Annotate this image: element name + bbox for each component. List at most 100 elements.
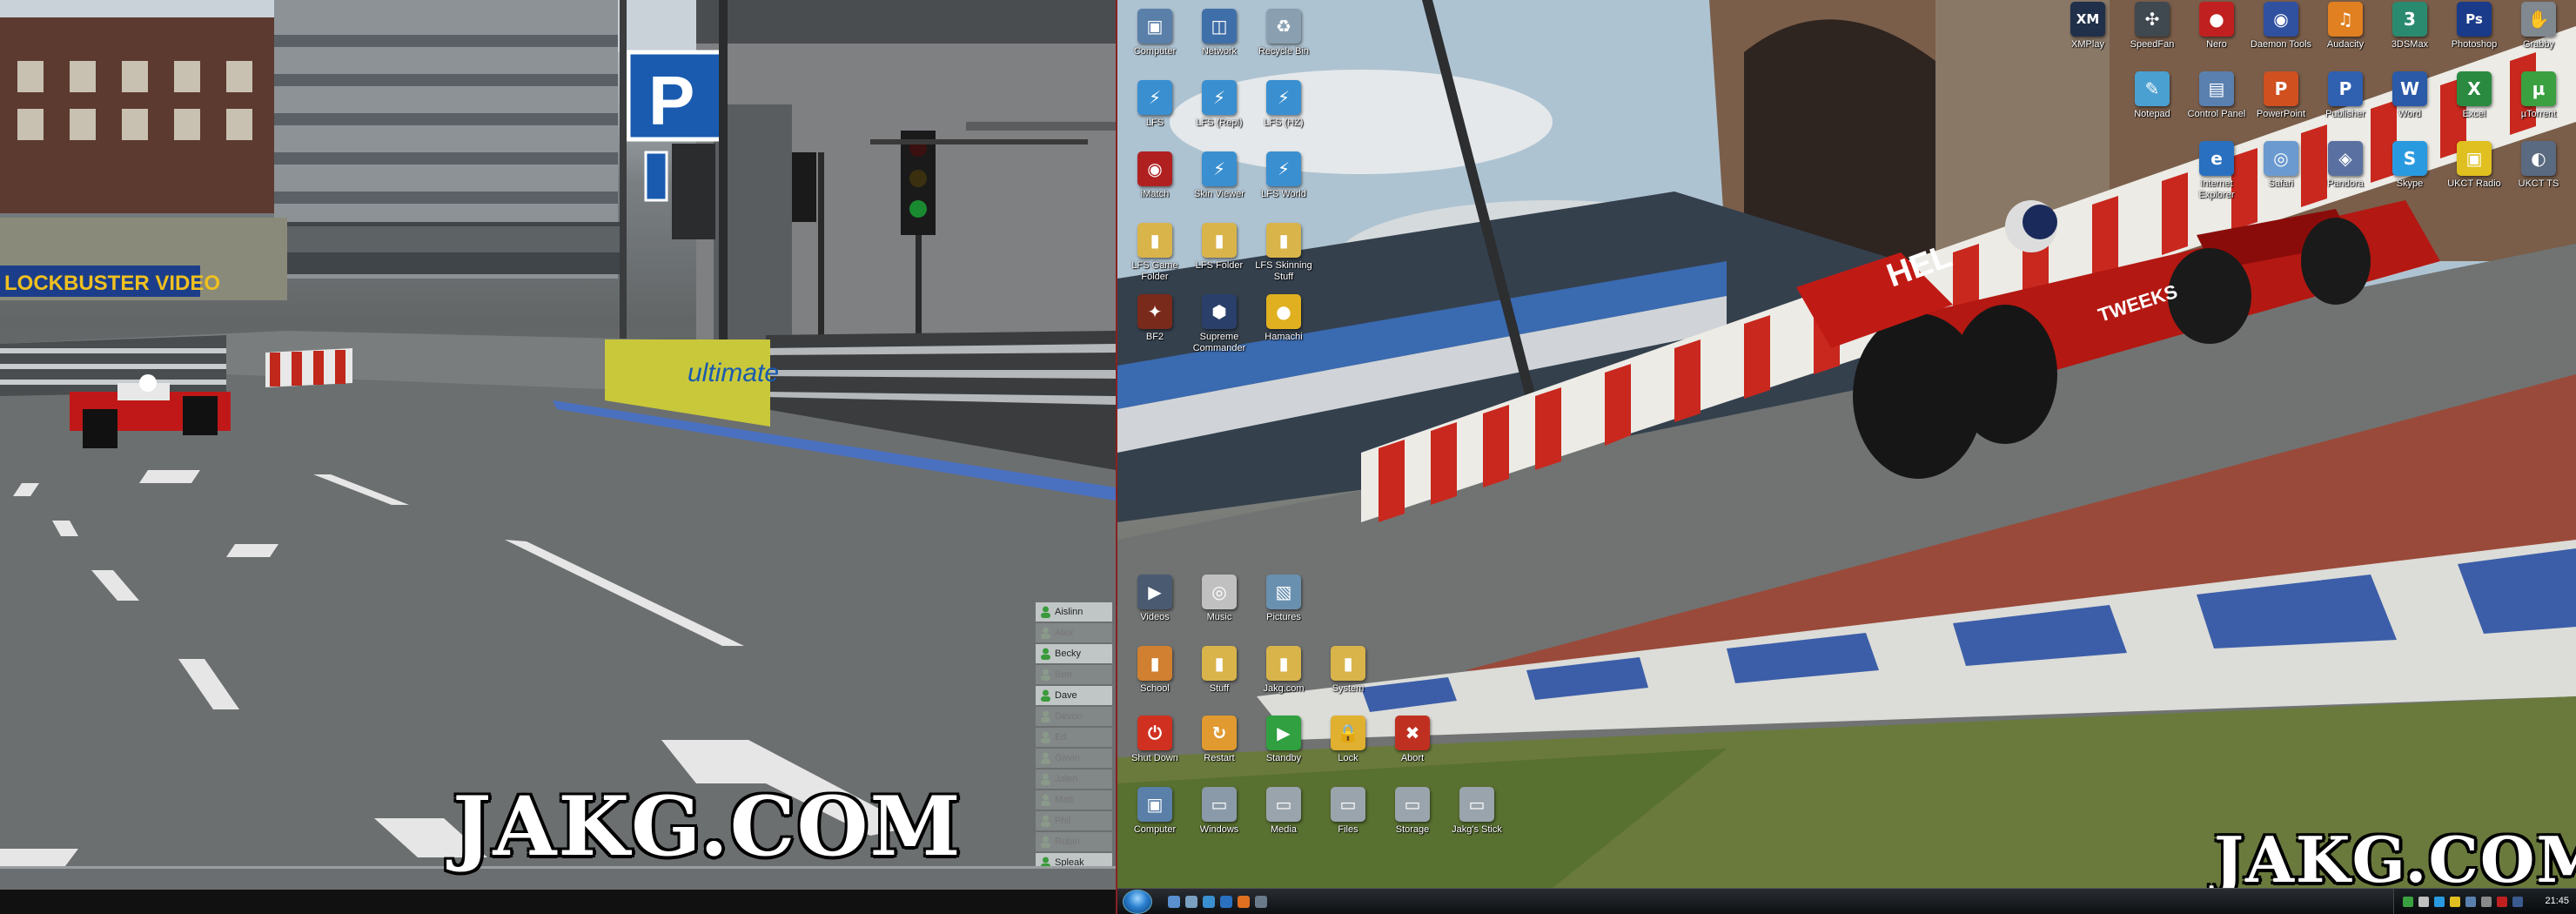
- desktop-icon-videos[interactable]: ▶ Videos: [1123, 575, 1187, 623]
- desktop-icon-torrent[interactable]: µ µTorrent: [2506, 71, 2571, 120]
- player-icon: [1040, 815, 1051, 827]
- taskbar-clock[interactable]: 21:45: [2545, 896, 2569, 906]
- desktop-icon-grabby[interactable]: ✋ Grabby: [2506, 2, 2571, 50]
- desktop-icon-computer[interactable]: ▣ Computer: [1123, 787, 1187, 836]
- desktop-icon-publisher[interactable]: P Publisher: [2313, 71, 2378, 120]
- desktop-icon-jakg-s-stick[interactable]: ▭ Jakg's Stick: [1445, 787, 1509, 836]
- grabby-icon: ✋: [2521, 2, 2556, 37]
- desktop-icon-word[interactable]: W Word: [2378, 71, 2442, 120]
- imatch-icon: ◉: [1137, 151, 1172, 186]
- tray-app-icon-2[interactable]: [2512, 897, 2523, 907]
- desktop-icon-label: LFS (Repl): [1196, 118, 1243, 128]
- desktop-icon-school[interactable]: ▮ School: [1123, 646, 1187, 695]
- utorrent-tray-icon[interactable]: [2403, 897, 2413, 907]
- desktop-icon-lfs-world[interactable]: ⚡ LFS World: [1251, 151, 1316, 200]
- desktop-icon-safari[interactable]: ◎ Safari: [2249, 141, 2313, 190]
- desktop-icon-photoshop[interactable]: Ps Photoshop: [2442, 2, 2506, 50]
- ie-quicklaunch-icon[interactable]: [1220, 896, 1232, 908]
- desktop-icon-skin-viewer[interactable]: ⚡ Skin Viewer: [1187, 151, 1251, 200]
- lfs-quicklaunch-icon[interactable]: [1203, 896, 1215, 908]
- media-icon: ▭: [1266, 787, 1301, 822]
- player-icon: [1040, 669, 1051, 681]
- player-list-item: Becky: [1036, 644, 1112, 663]
- player-name: Becky: [1055, 649, 1081, 659]
- desktop-icon-storage[interactable]: ▭ Storage: [1380, 787, 1445, 836]
- desktop-icon-music[interactable]: ◎ Music: [1187, 575, 1251, 623]
- desktop-icon-label: LFS (HZ): [1264, 118, 1304, 128]
- desktop-icon-lfs[interactable]: ⚡ LFS: [1123, 80, 1187, 129]
- desktop-icon-powerpoint[interactable]: P PowerPoint: [2249, 71, 2313, 120]
- desktop-icon-lfs-skinning-stuff[interactable]: ▮ LFS Skinning Stuff: [1251, 223, 1316, 283]
- desktop-icon-label: XMPlay: [2071, 39, 2104, 50]
- desktop-icon-imatch[interactable]: ◉ iMatch: [1123, 151, 1187, 200]
- desktop-icon-daemon-tools[interactable]: ◉ Daemon Tools: [2249, 2, 2313, 50]
- desktop-icon-abort[interactable]: ✖ Abort: [1380, 716, 1445, 764]
- desktop-icon-ukct-radio[interactable]: ▣ UKCT Radio: [2442, 141, 2506, 190]
- desktop-icon-xmplay[interactable]: XM XMPlay: [2056, 2, 2120, 50]
- skype-tray-icon[interactable]: [2434, 897, 2445, 907]
- pandora-icon: ◈: [2328, 141, 2363, 176]
- desktop-icon-label: UKCT Radio: [2447, 178, 2501, 189]
- network-tray-icon[interactable]: [2418, 897, 2429, 907]
- desktop-icon-bf2[interactable]: ✦ BF2: [1123, 294, 1187, 343]
- speedfan-tray-icon[interactable]: [2481, 897, 2492, 907]
- show-desktop-icon[interactable]: [1168, 896, 1180, 908]
- desktop-icon-jakg-com[interactable]: ▮ Jakg.com: [1251, 646, 1316, 695]
- desktop-icon-label: Pictures: [1266, 612, 1301, 622]
- windows-icon: ▭: [1202, 787, 1237, 822]
- desktop-icon-computer[interactable]: ▣ Computer: [1123, 9, 1187, 57]
- switch-windows-icon[interactable]: [1185, 896, 1197, 908]
- desktop-icon-audacity[interactable]: ♫ Audacity: [2313, 2, 2378, 50]
- pictures-icon: ▧: [1266, 575, 1301, 609]
- lfs-repl-icon: ⚡: [1202, 80, 1237, 115]
- desktop-icon-lfs-folder[interactable]: ▮ LFS Folder: [1187, 223, 1251, 272]
- desktop-icon-windows[interactable]: ▭ Windows: [1187, 787, 1251, 836]
- desktop-icon-stuff[interactable]: ▮ Stuff: [1187, 646, 1251, 695]
- school-icon: ▮: [1137, 646, 1172, 681]
- desktop-icon-notepad[interactable]: ✎ Notepad: [2120, 71, 2184, 120]
- desktop-icon-shut-down[interactable]: ⏻ Shut Down: [1123, 716, 1187, 764]
- desktop-icon-label: Windows: [1199, 824, 1239, 835]
- desktop-icon-network[interactable]: ◫ Network: [1187, 9, 1251, 57]
- desktop-icon-recycle-bin[interactable]: ♻ Recycle Bin: [1251, 9, 1316, 57]
- desktop-icon-lfs-hz[interactable]: ⚡ LFS (HZ): [1251, 80, 1316, 129]
- control-panel-icon: ▤: [2199, 71, 2234, 106]
- desktop-icon-standby[interactable]: ▶ Standby: [1251, 716, 1316, 764]
- volume-tray-icon[interactable]: [2465, 897, 2476, 907]
- desktop-icon-files[interactable]: ▭ Files: [1316, 787, 1380, 836]
- desktop-icon-lock[interactable]: 🔒 Lock: [1316, 716, 1380, 764]
- desktop-icon-excel[interactable]: X Excel: [2442, 71, 2506, 120]
- desktop-icon-hamachi[interactable]: ● Hamachi: [1251, 294, 1316, 343]
- app-quicklaunch-icon[interactable]: [1255, 896, 1267, 908]
- desktop-icon-pandora[interactable]: ◈ Pandora: [2313, 141, 2378, 190]
- desktop-icon-internet-explorer[interactable]: e Internet Explorer: [2184, 141, 2249, 201]
- computer-icon: ▣: [1137, 787, 1172, 822]
- player-name: Dave: [1055, 690, 1077, 701]
- desktop-icon-3dsmax[interactable]: 3 3DSMax: [2378, 2, 2442, 50]
- desktop-icon-supreme-commander[interactable]: ⬢ Supreme Commander: [1187, 294, 1251, 354]
- desktop-icon-pictures[interactable]: ▧ Pictures: [1251, 575, 1316, 623]
- desktop-icon-label: Internet Explorer: [2198, 178, 2235, 200]
- tray-app-icon[interactable]: [2497, 897, 2507, 907]
- desktop-icon-skype[interactable]: S Skype: [2378, 141, 2442, 190]
- desktop-icon-speedfan[interactable]: ✣ SpeedFan: [2120, 2, 2184, 50]
- desktop-icon-label: PowerPoint: [2256, 109, 2306, 119]
- firefox-quicklaunch-icon[interactable]: [1238, 896, 1250, 908]
- desktop-icon-label: Publisher: [2325, 109, 2365, 119]
- desktop-icon-lfs-repl[interactable]: ⚡ LFS (Repl): [1187, 80, 1251, 129]
- player-list-item: Aislinn: [1036, 602, 1112, 622]
- start-button[interactable]: [1123, 890, 1152, 914]
- desktop-icon-system[interactable]: ▮ System: [1316, 646, 1380, 695]
- wallpaper: TWEEKS HEL: [1117, 0, 2576, 888]
- desktop-icon-ukct-ts[interactable]: ◐ UKCT TS: [2506, 141, 2571, 190]
- desktop-icon-label: Audacity: [2326, 39, 2365, 50]
- desktop-icon-lfs-game-folder[interactable]: ▮ LFS Game Folder: [1123, 223, 1187, 283]
- player-name: Ben: [1055, 669, 1072, 680]
- desktop-icon-nero[interactable]: ● Nero: [2184, 2, 2249, 50]
- storage-icon: ▭: [1395, 787, 1430, 822]
- desktop-icon-label: Lock: [1338, 753, 1358, 763]
- desktop-icon-restart[interactable]: ↻ Restart: [1187, 716, 1251, 764]
- hamachi-tray-icon[interactable]: [2450, 897, 2460, 907]
- desktop-icon-media[interactable]: ▭ Media: [1251, 787, 1316, 836]
- desktop-icon-control-panel[interactable]: ▤ Control Panel: [2184, 71, 2249, 120]
